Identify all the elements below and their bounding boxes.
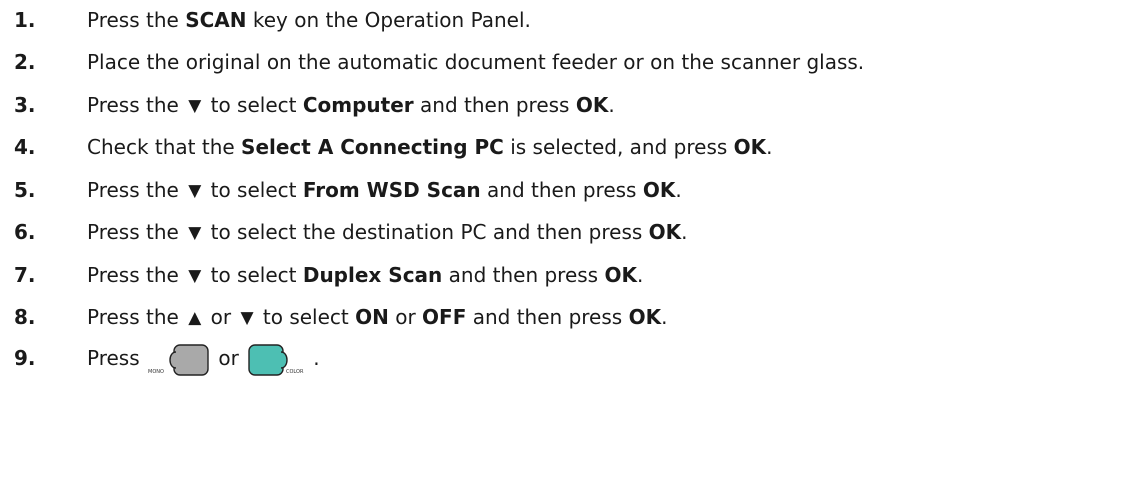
step-text-run: to select bbox=[204, 263, 303, 287]
step-text: Press MONO or COLOR. bbox=[87, 338, 320, 378]
step-number: 2. bbox=[14, 50, 36, 74]
step-text-run: . bbox=[661, 305, 668, 329]
step-number: 5. bbox=[14, 178, 36, 202]
step-emphasis: OK bbox=[648, 220, 682, 244]
step-emphasis: From WSD Scan bbox=[302, 178, 481, 202]
step-emphasis: OK bbox=[575, 93, 609, 117]
step-text: Press the ▲ or ▼ to select ON or OFF and… bbox=[87, 297, 667, 338]
step-emphasis: OK bbox=[628, 305, 662, 329]
step-emphasis: ON bbox=[355, 305, 389, 329]
down-arrow-icon: ▼ bbox=[188, 266, 202, 286]
color-key-icon: COLOR bbox=[245, 343, 313, 377]
step-text-run: or bbox=[204, 305, 238, 329]
step-text-run: Press the bbox=[87, 93, 186, 117]
step-text-run: to select bbox=[256, 305, 356, 329]
step-emphasis: OK bbox=[604, 263, 637, 287]
step-text-run: Press the bbox=[87, 220, 186, 244]
step-item: 7. Press the ▼ to select Duplex Scan and … bbox=[0, 255, 1122, 295]
step-text: Press the ▼ to select the destination PC… bbox=[87, 212, 688, 253]
step-text: Press the ▼ to select Duplex Scan and th… bbox=[87, 255, 643, 296]
step-number: 6. bbox=[14, 220, 36, 244]
step-text-run: and then press bbox=[466, 305, 629, 329]
step-text-run: or bbox=[388, 305, 423, 329]
step-text: Press the ▼ to select From WSD Scan and … bbox=[87, 170, 682, 211]
step-text: Press the SCAN key on the Operation Pane… bbox=[87, 0, 531, 40]
mono-key-icon: MONO bbox=[146, 343, 212, 377]
step-text-run: Place the original on the automatic docu… bbox=[87, 50, 865, 74]
step-text-run: Press the bbox=[87, 178, 186, 202]
step-item: 1. Press the SCAN key on the Operation Pa… bbox=[0, 0, 1122, 40]
step-item: 8. Press the ▲ or ▼ to select ON or OFF a… bbox=[0, 297, 1122, 337]
step-item: 9. Press MONO or COLOR. bbox=[0, 338, 1122, 378]
step-text-run: Press the bbox=[87, 8, 186, 32]
down-arrow-icon: ▼ bbox=[188, 96, 202, 116]
step-item: 4. Check that the Select A Connecting PC … bbox=[0, 127, 1122, 167]
step-number: 1. bbox=[14, 8, 36, 32]
step-text-run: Press bbox=[87, 346, 146, 370]
step-emphasis: OK bbox=[733, 135, 767, 159]
step-text-run: or bbox=[212, 346, 246, 370]
key-label: MONO bbox=[148, 369, 164, 375]
step-text: Place the original on the automatic docu… bbox=[87, 42, 864, 82]
step-text-run: . bbox=[766, 135, 773, 159]
step-text-run: and then press bbox=[480, 178, 643, 202]
step-text-run: . bbox=[313, 346, 320, 370]
step-text-run: to select bbox=[204, 178, 303, 202]
step-number: 8. bbox=[14, 305, 36, 329]
step-number: 7. bbox=[14, 263, 36, 287]
step-text: Check that the Select A Connecting PC is… bbox=[87, 127, 773, 167]
step-text-run: key on the Operation Panel. bbox=[246, 8, 531, 32]
step-emphasis: Duplex Scan bbox=[302, 263, 443, 287]
step-item: 5. Press the ▼ to select From WSD Scan an… bbox=[0, 170, 1122, 210]
step-emphasis: OFF bbox=[422, 305, 467, 329]
step-text-run: . bbox=[681, 220, 688, 244]
step-number: 9. bbox=[14, 346, 36, 370]
step-text-run: Check that the bbox=[87, 135, 242, 159]
step-text-run: is selected, and press bbox=[503, 135, 734, 159]
up-arrow-icon: ▲ bbox=[188, 308, 202, 328]
step-text-run: . bbox=[675, 178, 682, 202]
step-text-run: and then press bbox=[442, 263, 605, 287]
step-text-run: and then press bbox=[413, 93, 576, 117]
step-text-run: to select the destination PC and then pr… bbox=[204, 220, 649, 244]
step-emphasis: SCAN bbox=[185, 8, 247, 32]
step-text-run: Press the bbox=[87, 305, 186, 329]
step-item: 6. Press the ▼ to select the destination … bbox=[0, 212, 1122, 252]
down-arrow-icon: ▼ bbox=[240, 308, 254, 328]
step-emphasis: OK bbox=[642, 178, 676, 202]
step-emphasis: Computer bbox=[302, 93, 414, 117]
step-number: 3. bbox=[14, 93, 36, 117]
down-arrow-icon: ▼ bbox=[188, 223, 202, 243]
step-number: 4. bbox=[14, 135, 36, 159]
step-text-run: . bbox=[636, 263, 644, 287]
step-emphasis: Select A Connecting PC bbox=[241, 135, 504, 159]
step-text-run: . bbox=[608, 93, 615, 117]
step-text: Press the ▼ to select Computer and then … bbox=[87, 85, 615, 126]
key-label: COLOR bbox=[286, 369, 304, 375]
step-text-run: Press the bbox=[87, 263, 186, 287]
step-item: 3. Press the ▼ to select Computer and the… bbox=[0, 85, 1122, 125]
down-arrow-icon: ▼ bbox=[188, 181, 202, 201]
step-text-run: to select bbox=[204, 93, 303, 117]
step-item: 2. Place the original on the automatic do… bbox=[0, 42, 1122, 82]
